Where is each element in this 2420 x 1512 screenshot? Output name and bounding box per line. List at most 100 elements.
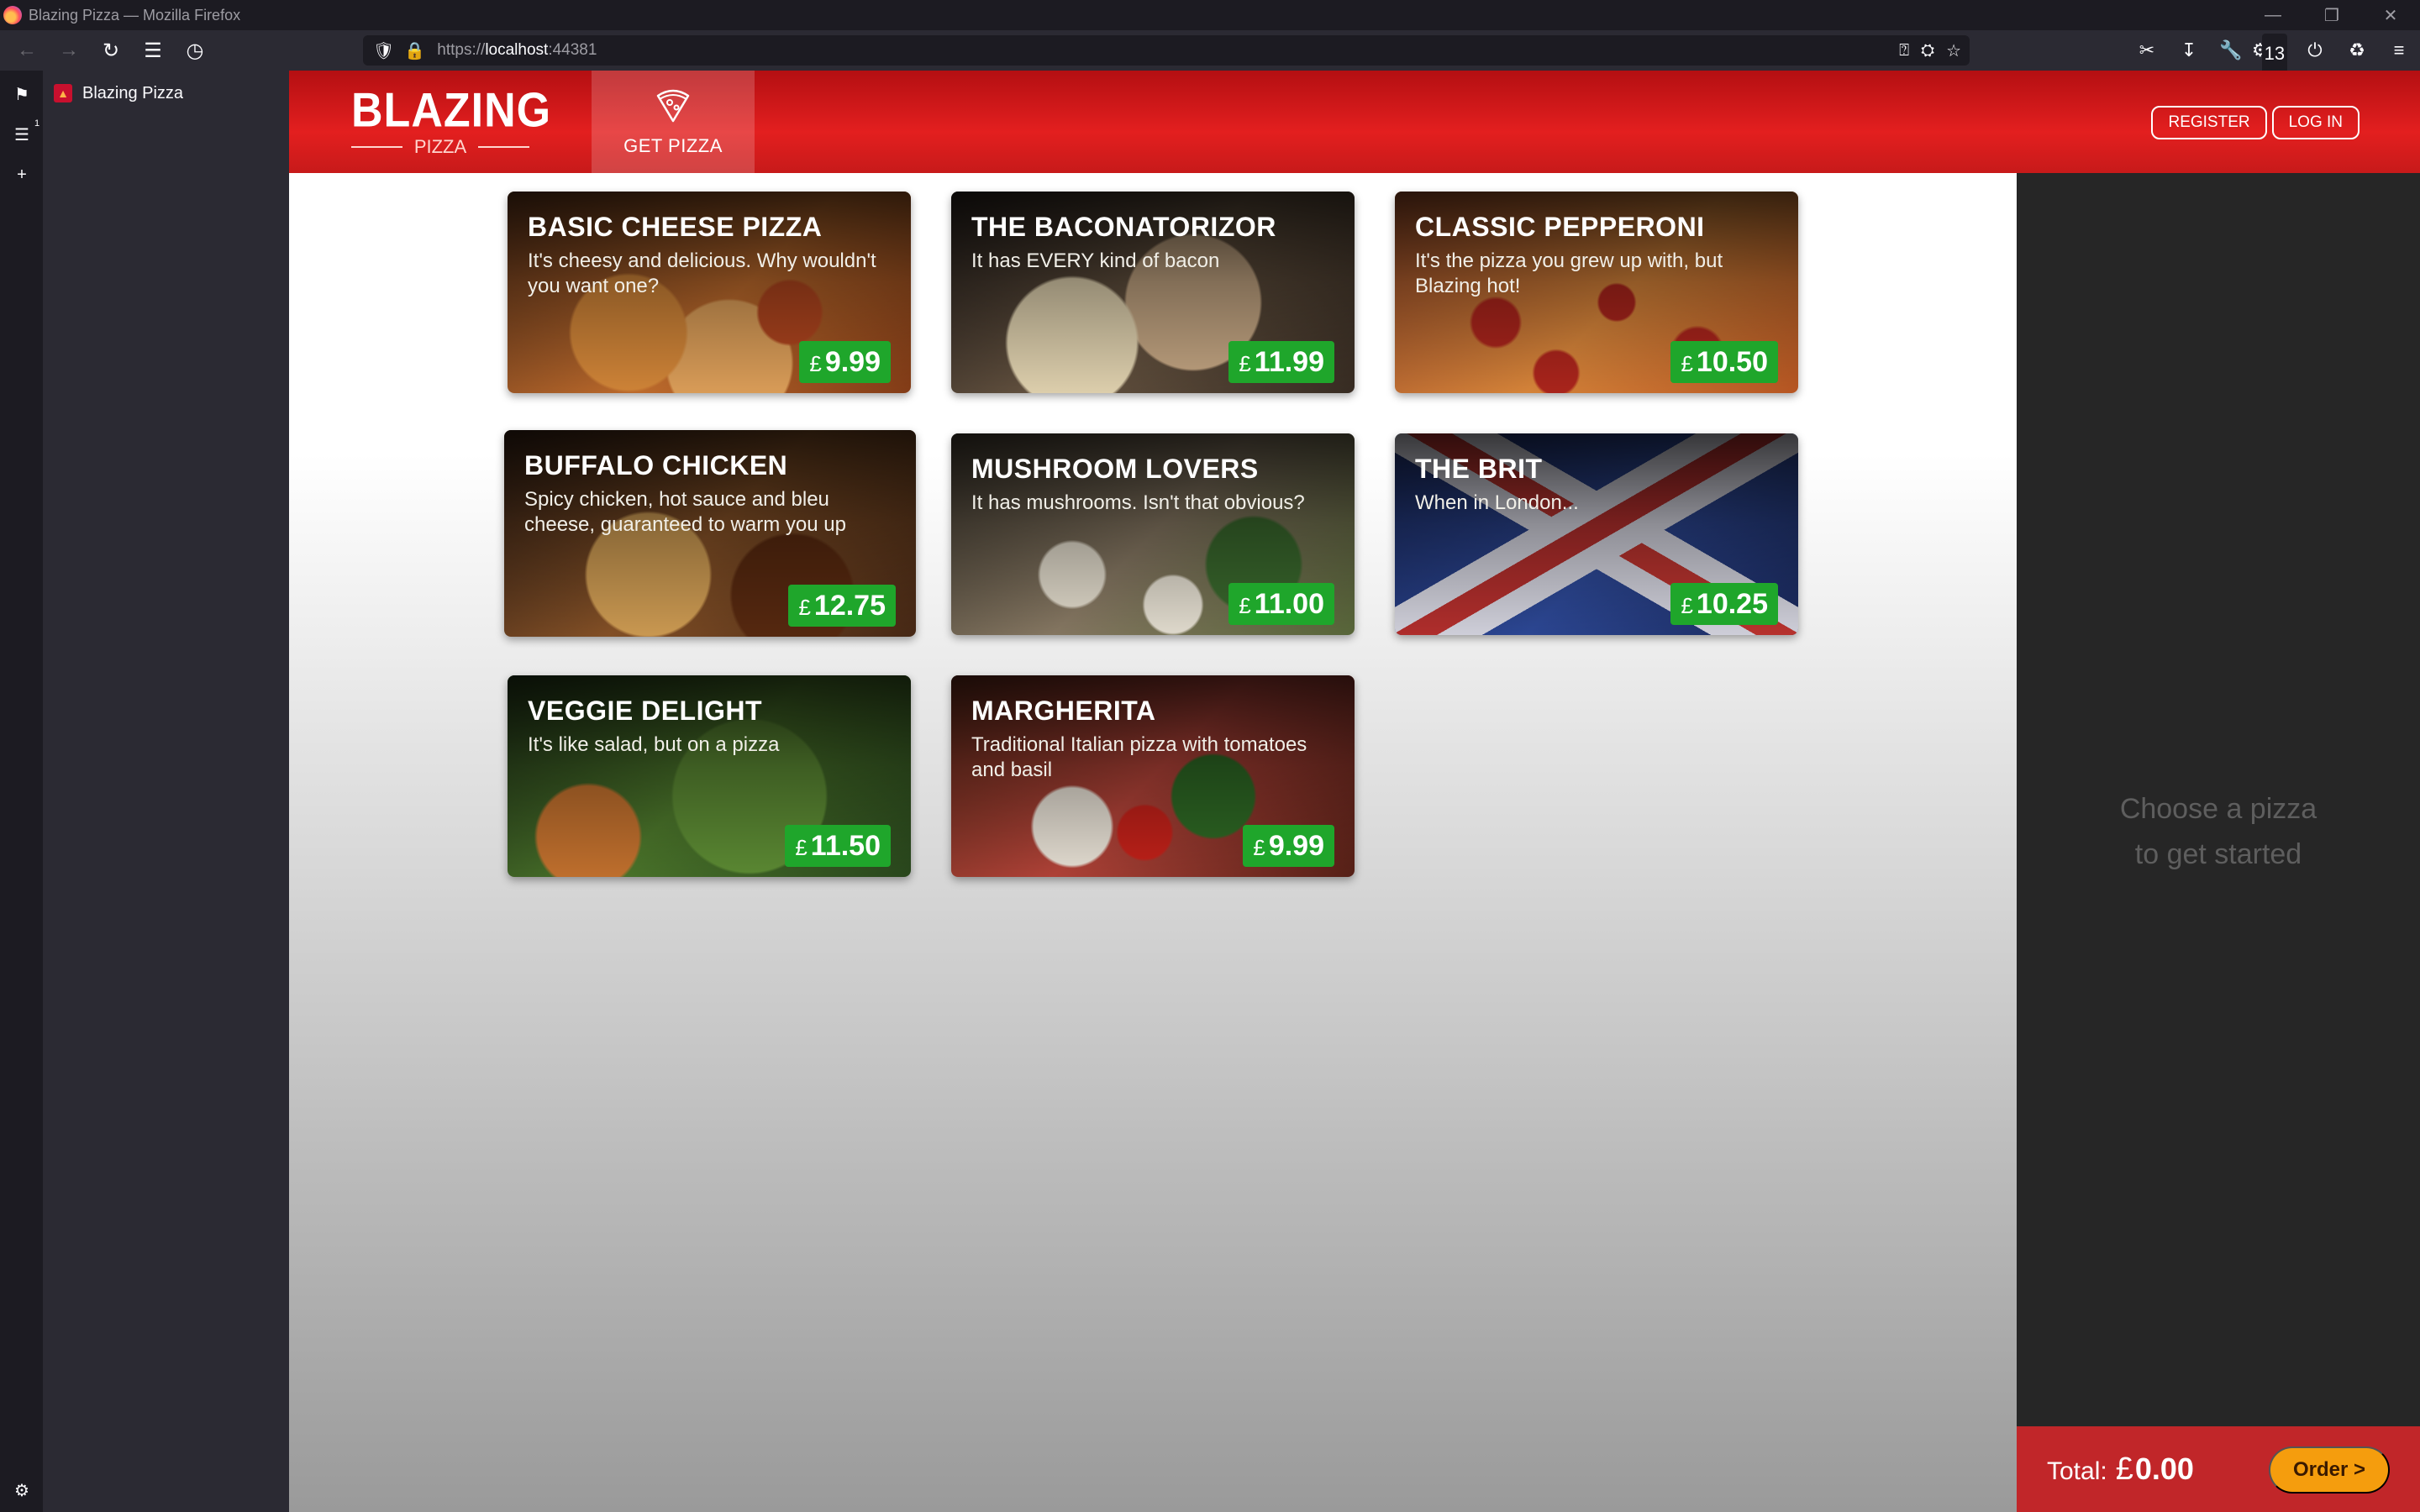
back-icon[interactable]: ← xyxy=(12,35,42,66)
sidebar-strip: ⚑ ☰ 1 + ⚙ xyxy=(0,71,44,1512)
settings-gear-icon[interactable]: ⚙ xyxy=(10,1478,34,1502)
window-title: Blazing Pizza — Mozilla Firefox xyxy=(29,6,241,24)
blazing-pizza-logo[interactable]: BLAZING PIZZA xyxy=(351,85,550,160)
pizza-name: THE BRIT xyxy=(1415,454,1543,484)
pizza-specials-area: BASIC CHEESE PIZZA It's cheesy and delici… xyxy=(289,173,2017,1512)
empty-cart-line2: to get started xyxy=(2134,838,2302,870)
price-currency: £ xyxy=(1239,351,1251,376)
extension-count-badge: 13 xyxy=(2261,34,2288,74)
window-controls: — ❐ ✕ xyxy=(2244,0,2420,30)
reload-icon[interactable]: ↻ xyxy=(96,35,126,66)
toolbar-right: ✂ ↧ 🔧 ⚙ 13 ⏻ ♻ ≡ xyxy=(2126,30,2420,74)
extension-badge-icon[interactable]: ⚙ 13 xyxy=(2252,30,2294,74)
pizza-card[interactable]: THE BACONATORIZOR It has EVERY kind of ba… xyxy=(951,192,1355,393)
pizza-name: MUSHROOM LOVERS xyxy=(971,454,1259,484)
bookmark-star-icon[interactable]: ☆ xyxy=(1946,40,1961,61)
tab-blazing-pizza[interactable]: ▲ Blazing Pizza xyxy=(52,77,282,109)
library-icon[interactable]: ☰ xyxy=(138,35,168,66)
pizza-card[interactable]: VEGGIE DELIGHT It's like salad, but on a … xyxy=(508,675,911,877)
url-scheme: https:// xyxy=(437,41,486,59)
pizza-description: It has mushrooms. Isn't that obvious? xyxy=(971,491,1305,514)
register-button[interactable]: REGISTER xyxy=(2151,106,2267,139)
tabs-panel: ▲ Blazing Pizza xyxy=(44,71,289,1512)
tab-title: Blazing Pizza xyxy=(82,83,184,102)
restore-icon[interactable]: ❐ xyxy=(2302,0,2361,30)
minimize-icon[interactable]: — xyxy=(2244,0,2302,30)
pizza-description: When in London... xyxy=(1415,491,1579,514)
pizza-name: THE BACONATORIZOR xyxy=(971,212,1276,242)
nav-tab-get-pizza[interactable]: GET PIZZA xyxy=(592,71,755,192)
pizza-card[interactable]: MUSHROOM LOVERS It has mushrooms. Isn't t… xyxy=(951,433,1355,635)
pizza-price: £12.75 xyxy=(788,585,896,627)
pizza-price: £11.99 xyxy=(1228,341,1334,383)
pizza-card[interactable]: CLASSIC PEPPERONI It's the pizza you grew… xyxy=(1395,192,1798,393)
help-icon[interactable]: ⍰ xyxy=(1899,41,1909,60)
pizza-description: Spicy chicken, hot sauce and bleu cheese… xyxy=(524,488,846,536)
order-total-bar: Total: £ 0.00 Order > xyxy=(2017,1426,2420,1512)
forward-icon[interactable]: → xyxy=(54,35,84,66)
pizza-description: It has EVERY kind of bacon xyxy=(971,249,1220,272)
pizza-description: Traditional Italian pizza with tomatoes … xyxy=(971,733,1307,781)
order-sidebar: Choose a pizza to get started xyxy=(2017,173,2420,1512)
app-menu-icon[interactable]: ≡ xyxy=(2378,30,2420,71)
power-icon[interactable]: ⏻ xyxy=(2294,30,2336,71)
price-currency: £ xyxy=(1681,593,1693,618)
pizza-name: VEGGIE DELIGHT xyxy=(528,696,763,726)
logo-line-left xyxy=(351,146,402,148)
new-tab-icon[interactable]: + xyxy=(10,163,34,186)
logo-sub: PIZZA xyxy=(351,136,529,158)
auth-buttons: REGISTER LOG IN xyxy=(2151,106,2360,139)
pizza-card[interactable]: THE BRIT When in London... £10.25 xyxy=(1395,433,1798,635)
pizza-price: £11.50 xyxy=(785,825,891,867)
screenshot-icon[interactable]: ✂ xyxy=(2126,30,2168,71)
page-viewport: BLAZING PIZZA GET PIZZA REGISTER LOG IN … xyxy=(289,71,2420,1512)
price-amount: 10.25 xyxy=(1696,588,1768,620)
price-currency: £ xyxy=(1239,593,1251,618)
pizza-description: It's like salad, but on a pizza xyxy=(528,733,780,756)
pizza-name: BASIC CHEESE PIZZA xyxy=(528,212,823,242)
pizza-card[interactable]: MARGHERITA Traditional Italian pizza with… xyxy=(951,675,1355,877)
logo-sub-text: PIZZA xyxy=(413,136,467,157)
price-amount: 9.99 xyxy=(824,346,881,378)
extensions-icon[interactable]: ♻ xyxy=(2336,30,2378,71)
pizza-name: MARGHERITA xyxy=(971,696,1156,726)
total-label: Total: xyxy=(2047,1457,2107,1485)
tools-wrench-icon[interactable]: 🔧 xyxy=(2210,30,2252,71)
lock-icon[interactable]: 🔒 xyxy=(404,40,425,61)
close-icon[interactable]: ✕ xyxy=(2361,0,2420,30)
price-amount: 11.00 xyxy=(1254,588,1324,620)
url-bar[interactable]: 🛡 🔒 https://localhost:44381 ⍰ ⛭ ☆ xyxy=(363,35,1970,66)
bookmark-sidebar-icon[interactable]: ⚑ xyxy=(10,82,34,106)
pizza-card[interactable]: BUFFALO CHICKEN Spicy chicken, hot sauce … xyxy=(504,430,916,637)
history-icon[interactable]: ◷ xyxy=(180,35,210,66)
total-currency: £ xyxy=(2115,1452,2133,1487)
pizza-card[interactable]: BASIC CHEESE PIZZA It's cheesy and delici… xyxy=(508,192,911,393)
order-total: Total: £ 0.00 xyxy=(2047,1452,2194,1488)
price-currency: £ xyxy=(809,351,822,376)
downloads-icon[interactable]: ↧ xyxy=(2168,30,2210,71)
price-currency: £ xyxy=(798,595,811,620)
price-currency: £ xyxy=(1253,835,1265,860)
vertical-tabs-count: 1 xyxy=(34,118,40,129)
url-port: :44381 xyxy=(548,41,597,59)
pizza-price: £9.99 xyxy=(1243,825,1334,867)
url-text[interactable]: https://localhost:44381 xyxy=(437,41,597,60)
vertical-tabs-icon[interactable]: ☰ xyxy=(10,123,34,146)
urlbar-actions: ⍰ ⛭ ☆ xyxy=(1899,35,1961,66)
empty-cart-line1: Choose a pizza xyxy=(2119,793,2317,825)
translate-icon[interactable]: ⛭ xyxy=(1921,41,1934,60)
pizza-favicon-icon: ▲ xyxy=(54,84,72,102)
pizza-price: £10.50 xyxy=(1670,341,1778,383)
price-amount: 9.99 xyxy=(1268,830,1324,862)
shield-icon[interactable]: 🛡 xyxy=(373,40,394,61)
pizza-description: It's cheesy and delicious. Why wouldn't … xyxy=(528,249,876,297)
price-amount: 12.75 xyxy=(813,590,886,622)
price-currency: £ xyxy=(795,835,808,860)
price-amount: 11.99 xyxy=(1254,346,1324,378)
pizza-description: It's the pizza you grew up with, but Bla… xyxy=(1415,249,1723,297)
order-button[interactable]: Order > xyxy=(2269,1446,2390,1494)
login-button[interactable]: LOG IN xyxy=(2271,106,2360,139)
pizza-name: BUFFALO CHICKEN xyxy=(524,450,788,480)
logo-line-right xyxy=(478,146,529,148)
app-header: BLAZING PIZZA GET PIZZA REGISTER LOG IN xyxy=(289,71,2420,192)
